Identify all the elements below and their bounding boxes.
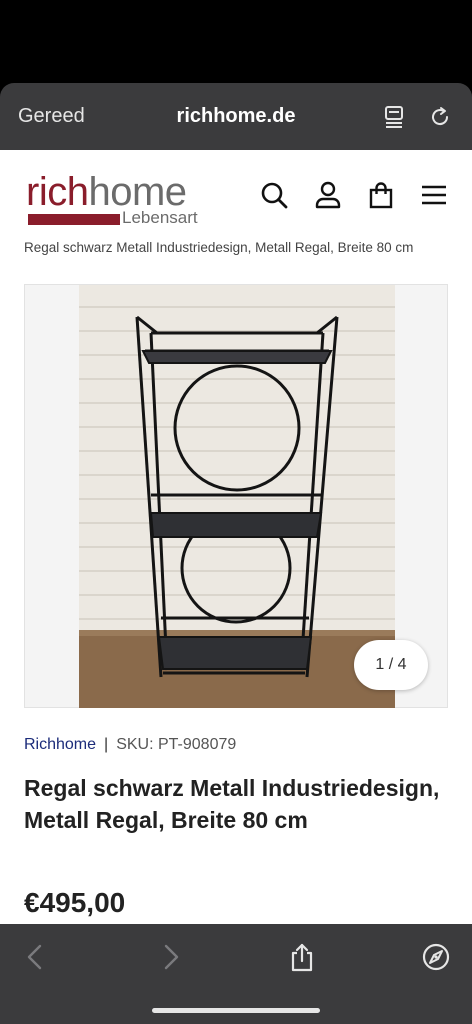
reload-icon[interactable]	[428, 105, 452, 129]
product-image[interactable]	[79, 285, 395, 708]
logo-bar	[28, 214, 120, 225]
logo-text-rich: rich	[26, 170, 89, 214]
logo-subtitle: Lebensart	[122, 208, 198, 227]
product-meta: Richhome | SKU: PT-908079	[24, 736, 236, 754]
share-icon[interactable]	[287, 942, 317, 972]
account-icon[interactable]	[313, 180, 343, 210]
menu-icon[interactable]	[419, 180, 449, 210]
forward-icon[interactable]	[156, 942, 186, 972]
shopping-bag-icon[interactable]	[366, 180, 396, 210]
breadcrumb: Regal schwarz Metall Industriedesign, Me…	[24, 240, 414, 255]
browser-top-bar: Gereed richhome.de	[0, 83, 472, 150]
home-indicator[interactable]	[152, 1008, 320, 1013]
screen: Gereed richhome.de richhome Lebensart Re…	[0, 0, 472, 1024]
product-price: €495,00	[24, 887, 126, 918]
sku-label: SKU: PT-908079	[116, 736, 237, 753]
site-logo[interactable]: richhome Lebensart	[26, 172, 206, 228]
browser-bottom-toolbar	[0, 924, 472, 1024]
product-image-gallery[interactable]: 1 / 4	[24, 284, 448, 708]
compass-icon[interactable]	[421, 942, 451, 972]
search-icon[interactable]	[259, 180, 289, 210]
product-title: Regal schwarz Metall Industriedesign, Me…	[24, 775, 440, 833]
brand-link[interactable]: Richhome	[24, 736, 96, 753]
meta-separator: |	[104, 736, 109, 753]
image-counter[interactable]: 1 / 4	[354, 640, 428, 690]
web-page: richhome Lebensart Regal schwarz Metall …	[0, 150, 472, 924]
site-header: richhome Lebensart	[0, 150, 472, 240]
back-icon[interactable]	[20, 942, 50, 972]
reader-view-icon[interactable]	[382, 105, 406, 129]
